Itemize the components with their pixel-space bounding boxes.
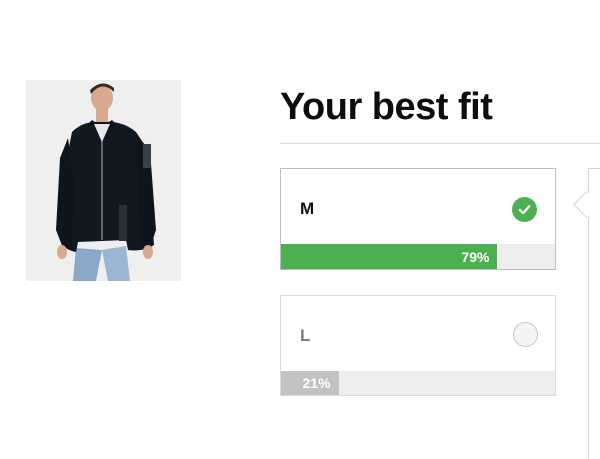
fit-percent: 79% bbox=[461, 248, 490, 265]
page-title: Your best fit bbox=[280, 86, 493, 128]
title-divider bbox=[280, 143, 600, 144]
fit-bar: 79% bbox=[281, 244, 555, 269]
size-label: L bbox=[300, 326, 311, 345]
radio-empty-icon[interactable] bbox=[513, 322, 538, 347]
fit-bar-fill: 21% bbox=[281, 371, 339, 395]
product-image bbox=[26, 80, 181, 281]
fit-percent: 21% bbox=[302, 375, 331, 391]
size-option-m[interactable]: M 79% bbox=[280, 168, 556, 270]
check-icon bbox=[512, 197, 537, 222]
fit-bar: 21% bbox=[281, 371, 555, 395]
size-option-l[interactable]: L 21% bbox=[280, 295, 556, 396]
size-label: M bbox=[300, 199, 315, 218]
fit-bar-fill: 79% bbox=[281, 244, 498, 269]
